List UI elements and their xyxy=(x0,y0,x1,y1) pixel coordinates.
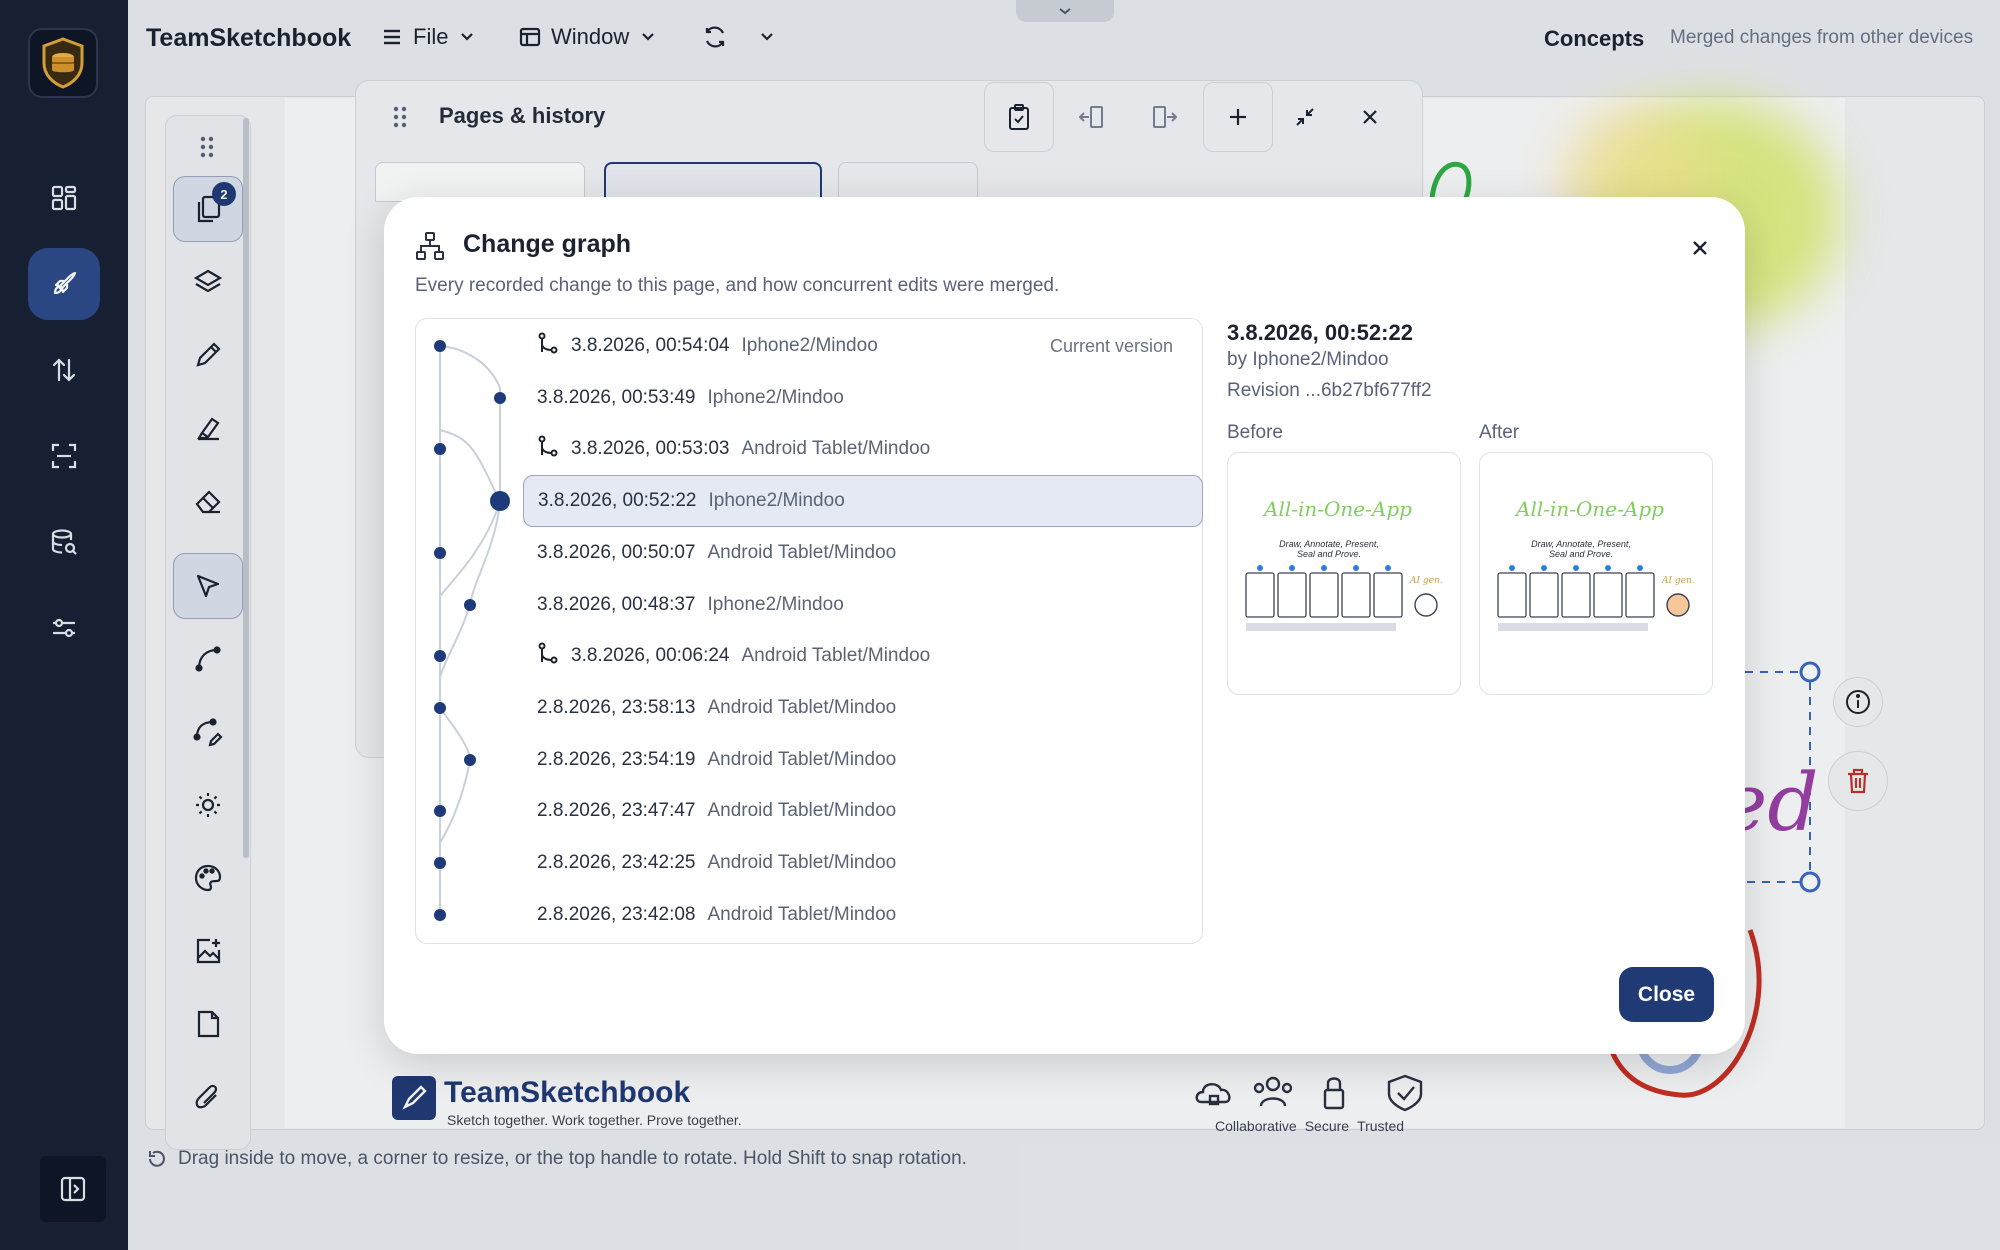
change-device: Android Tablet/Mindoo xyxy=(707,696,897,718)
graph-node[interactable] xyxy=(434,546,446,559)
change-timestamp: 2.8.2026, 23:47:47 xyxy=(537,800,696,822)
after-preview[interactable]: All-in-One-App Draw, Annotate, Present, … xyxy=(1479,452,1713,695)
change-row[interactable]: 3.8.2026, 00:48:37 Iphone2/Mindoo xyxy=(517,579,844,631)
change-device: Android Tablet/Mindoo xyxy=(707,748,897,770)
svg-text:AI gen.: AI gen. xyxy=(1409,576,1443,586)
preview-heading: All-in-One-App xyxy=(1264,497,1412,521)
before-preview[interactable]: All-in-One-App Draw, Annotate, Present, … xyxy=(1227,452,1461,695)
preview-subheading: Draw, Annotate, Present, Seal and Prove. xyxy=(1279,539,1379,559)
change-row[interactable]: 3.8.2026, 00:52:22 Iphone2/Mindoo xyxy=(523,475,1203,528)
change-row[interactable]: 3.8.2026, 00:50:07 Android Tablet/Mindoo xyxy=(517,527,896,579)
change-row[interactable]: 3.8.2026, 00:06:24 Android Tablet/Mindoo xyxy=(517,630,930,682)
change-device: Iphone2/Mindoo xyxy=(707,386,844,408)
change-device: Android Tablet/Mindoo xyxy=(707,852,897,873)
graph-node[interactable] xyxy=(434,340,446,352)
change-device: Android Tablet/Mindoo xyxy=(741,438,931,460)
change-row[interactable]: 3.8.2026, 00:53:49 Iphone2/Mindoo xyxy=(517,372,844,424)
dialog-subtitle: Every recorded change to this page, and … xyxy=(415,275,1060,296)
change-row[interactable]: 2.8.2026, 23:42:25 Android Tablet/Mindoo xyxy=(517,837,896,889)
change-device: Iphone2/Mindoo xyxy=(741,335,878,356)
change-row[interactable]: 2.8.2026, 23:42:08 Android Tablet/Mindoo xyxy=(517,889,896,941)
graph-node[interactable] xyxy=(434,908,446,921)
preview-sketch: AI gen. xyxy=(1245,565,1443,631)
graph-node[interactable] xyxy=(464,753,476,766)
graph-node[interactable] xyxy=(494,391,506,404)
preview-subheading: Draw, Annotate, Present, Seal and Prove. xyxy=(1531,539,1631,559)
change-device: Iphone2/Mindoo xyxy=(708,490,845,512)
change-timestamp: 3.8.2026, 00:06:24 xyxy=(571,645,730,667)
dialog-title: Change graph xyxy=(463,230,632,258)
change-device: Android Tablet/Mindoo xyxy=(707,800,897,822)
change-timestamp: 3.8.2026, 00:53:49 xyxy=(537,386,696,408)
change-timestamp: 2.8.2026, 23:42:25 xyxy=(537,852,696,873)
change-timestamp: 3.8.2026, 00:48:37 xyxy=(537,593,696,615)
svg-text:AI gen.: AI gen. xyxy=(1661,576,1695,586)
change-row[interactable]: 2.8.2026, 23:47:47 Android Tablet/Mindoo xyxy=(517,785,896,837)
change-device: Android Tablet/Mindoo xyxy=(707,903,897,925)
change-timestamp: 3.8.2026, 00:50:07 xyxy=(537,541,696,563)
graph-node[interactable] xyxy=(490,491,510,512)
hierarchy-icon xyxy=(416,232,444,260)
preview-heading: All-in-One-App xyxy=(1516,497,1664,521)
change-timestamp: 3.8.2026, 00:54:04 xyxy=(571,335,730,356)
change-graph-lines xyxy=(439,345,501,913)
before-label: Before xyxy=(1227,422,1283,443)
close-icon xyxy=(1693,241,1707,255)
change-row[interactable]: 3.8.2026, 00:53:03 Android Tablet/Mindoo xyxy=(517,423,930,475)
change-timestamp: 2.8.2026, 23:58:13 xyxy=(537,696,696,718)
merge-icon xyxy=(537,332,559,360)
change-device: Android Tablet/Mindoo xyxy=(707,541,897,563)
change-device: Iphone2/Mindoo xyxy=(707,593,844,615)
graph-node[interactable] xyxy=(434,857,446,869)
graph-node[interactable] xyxy=(464,598,476,611)
change-timestamp: 3.8.2026, 00:53:03 xyxy=(571,438,730,460)
close-button[interactable]: Close xyxy=(1619,967,1714,1022)
merge-icon xyxy=(537,642,559,670)
change-row[interactable]: 3.8.2026, 00:54:04 Iphone2/Mindoo xyxy=(517,320,878,372)
change-row[interactable]: 2.8.2026, 23:58:13 Android Tablet/Mindoo xyxy=(517,682,896,734)
dialog-close-icon-button[interactable] xyxy=(1680,228,1720,268)
change-row[interactable]: 2.8.2026, 23:54:19 Android Tablet/Mindoo xyxy=(517,734,896,786)
graph-node[interactable] xyxy=(434,701,446,714)
current-version-label: Current version xyxy=(1050,336,1174,356)
merge-icon xyxy=(537,435,559,463)
after-label: After xyxy=(1479,422,1520,443)
preview-sketch: AI gen. xyxy=(1497,565,1695,631)
detail-author: by Iphone2/Mindoo xyxy=(1227,349,1389,370)
change-timestamp: 2.8.2026, 23:54:19 xyxy=(537,748,696,770)
change-device: Android Tablet/Mindoo xyxy=(741,645,931,667)
detail-timestamp: 3.8.2026, 00:52:22 xyxy=(1227,320,1413,345)
change-timestamp: 2.8.2026, 23:42:08 xyxy=(537,903,696,925)
change-timestamp: 3.8.2026, 00:52:22 xyxy=(538,490,697,512)
detail-revision: Revision ...6b27bf677ff2 xyxy=(1227,380,1432,401)
